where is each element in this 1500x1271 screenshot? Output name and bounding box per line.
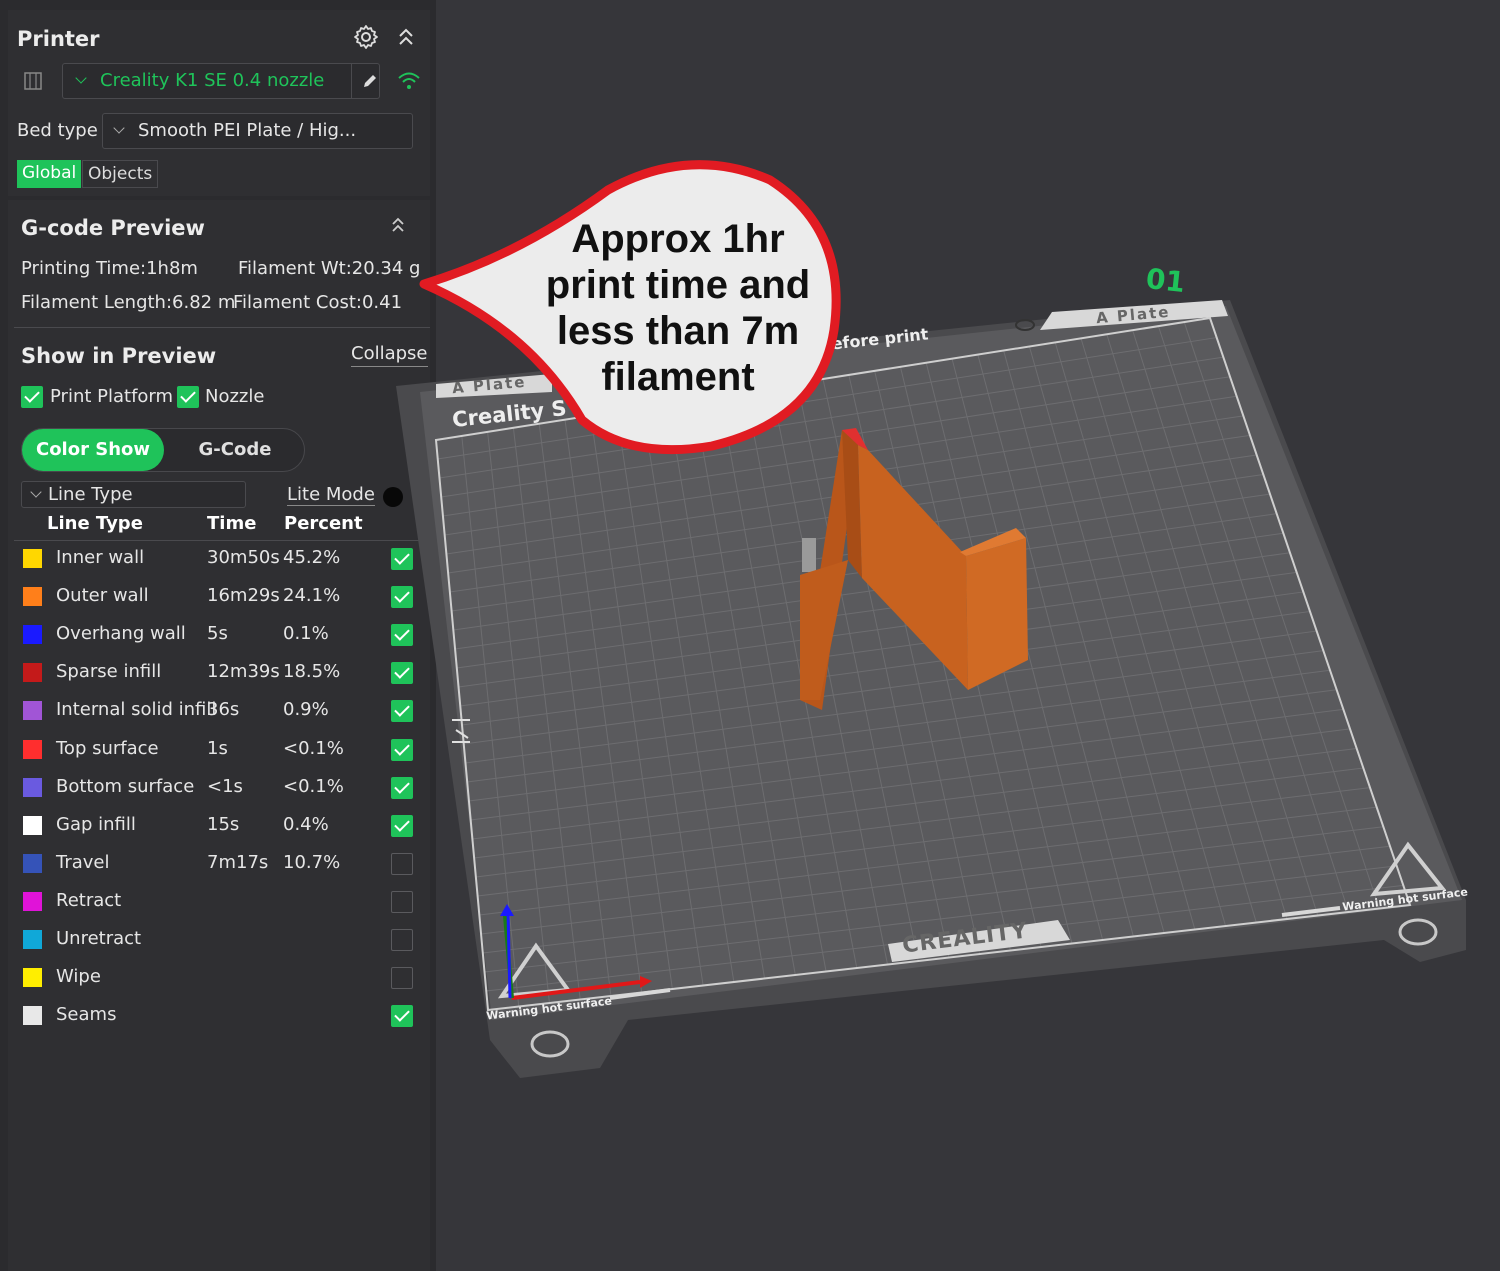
callout-line-4: filament <box>601 355 755 399</box>
callout-text: Approx 1hr print time and less than 7m f… <box>528 216 828 400</box>
plate-number[interactable]: 01 <box>1144 262 1186 299</box>
z-axis <box>506 911 512 999</box>
callout-line-2: print time and <box>545 263 811 307</box>
callout-line-3: less than 7m <box>556 309 800 353</box>
callout-line-1: Approx 1hr <box>571 217 785 261</box>
